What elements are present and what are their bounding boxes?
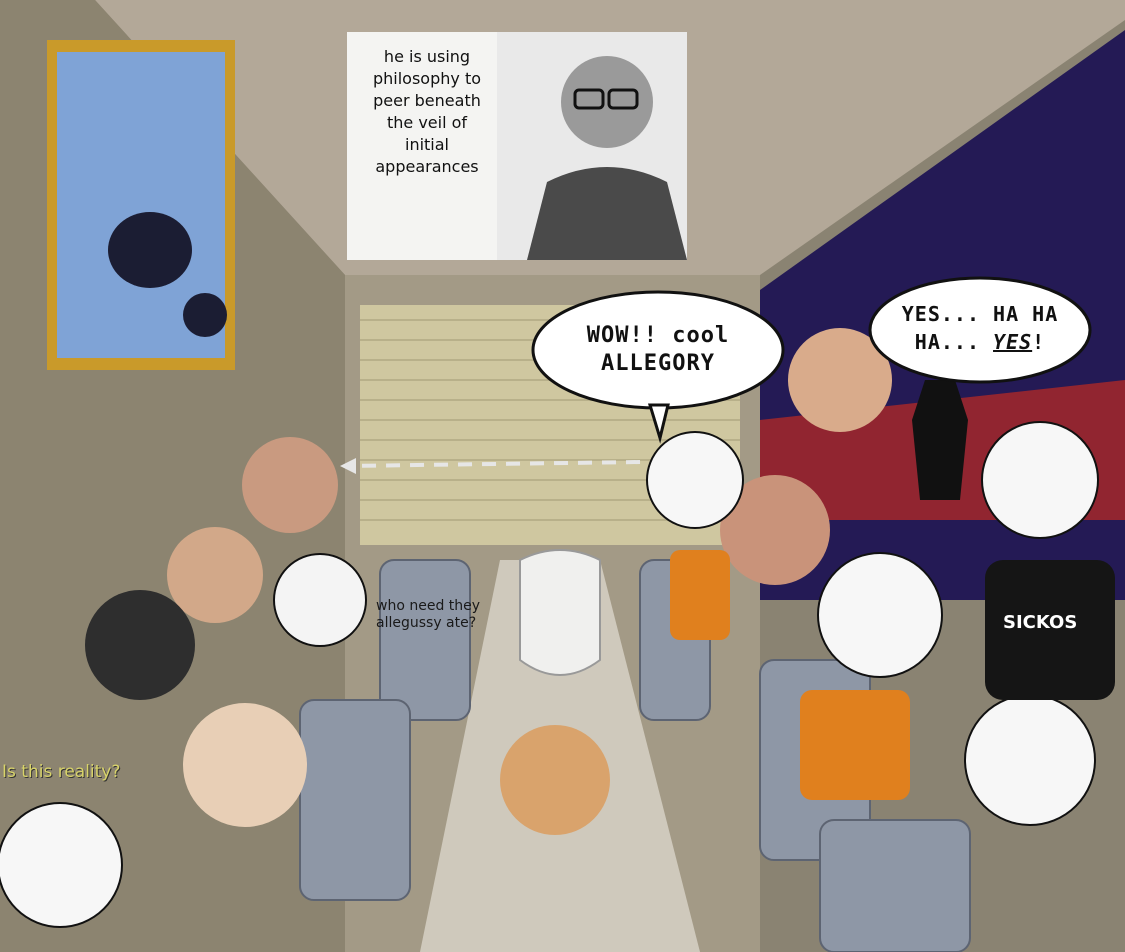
bubble-left-line1: WOW!! cool [586,323,730,348]
caption-line: the veil of [386,113,468,132]
meme-scene: he is using philosophy to peer beneath t… [0,0,1125,952]
speech-bubble-right: YES... HA HA HA... YES! [875,300,1085,356]
bubble-right-line2-end: ! [1032,330,1046,354]
corner-caption: Is this reality? [2,762,121,782]
caption-line: philosophy to [372,69,481,88]
bubble-right-line2: HA... YES! [875,328,1085,356]
bubble-right-line2-part: HA... [914,330,994,354]
caption-line: peer beneath [373,91,481,110]
bubble-right-line1: YES... HA HA [901,302,1059,326]
caption-line: appearances [375,157,479,176]
caption-box: he is using philosophy to peer beneath t… [347,32,687,260]
portrait-photo [497,32,687,260]
speech-bubble-left: WOW!! cool ALLEGORY [548,322,768,378]
bubble-left-line2: ALLEGORY [601,351,715,376]
mid-caption-line2: allegussy ate? [376,615,477,631]
caption-text: he is using philosophy to peer beneath t… [351,46,503,178]
mid-caption-line1: who need they [376,598,481,614]
shirt-label: SICKOS [1003,612,1078,633]
mid-caption: who need they allegussy ate? [376,598,480,632]
caption-line: he is using [383,47,471,66]
bubble-right-emphasis: YES [993,330,1033,354]
caption-line: initial [405,135,449,154]
